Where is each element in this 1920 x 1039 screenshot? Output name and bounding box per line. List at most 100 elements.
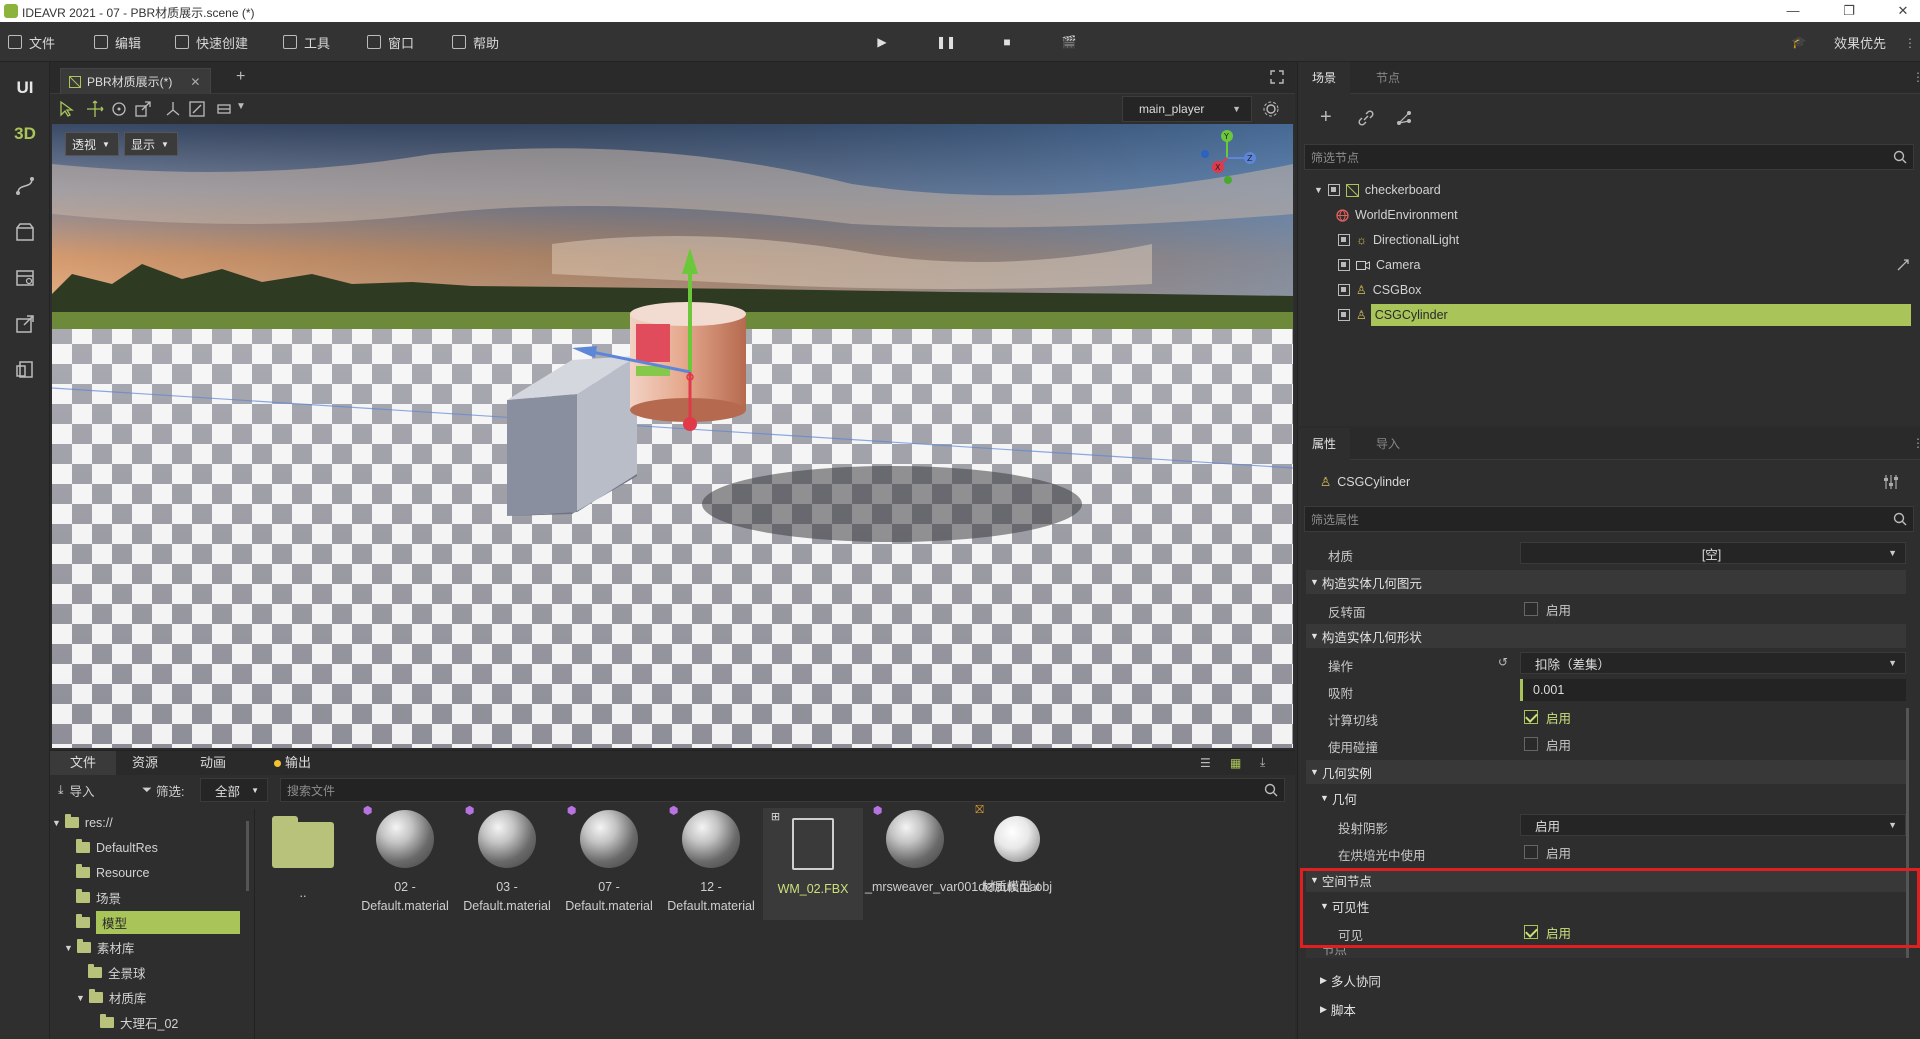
tree-folder-scenes[interactable]: 场景: [76, 885, 121, 910]
section-script[interactable]: ▶ 脚本: [1306, 997, 1906, 1021]
fullscreen-icon[interactable]: [1270, 70, 1284, 84]
section-csg-shape[interactable]: ▼ 构造实体几何形状: [1306, 624, 1906, 648]
close-tab-icon[interactable]: ✕: [190, 75, 200, 89]
invert-faces-toggle[interactable]: 启用: [1520, 598, 1906, 620]
graduation-cap-icon[interactable]: 🎓: [1790, 33, 1808, 51]
more-vert-icon[interactable]: ⋮: [1912, 436, 1920, 450]
tune-icon[interactable]: [1883, 474, 1899, 490]
tab-resources[interactable]: 资源: [118, 751, 172, 775]
tab-scene[interactable]: 场景: [1298, 62, 1351, 94]
tree-folder-resource[interactable]: Resource: [76, 860, 150, 885]
asset-material[interactable]: ⬢ _mrsweaver_var001default.mat: [865, 805, 1040, 930]
tree-folder-assets[interactable]: ▼ 素材库: [64, 935, 134, 960]
menu-file[interactable]: 文件: [8, 22, 55, 62]
more-vert-icon[interactable]: ⋮: [1904, 36, 1916, 50]
tree-node-directionallight[interactable]: ☼ DirectionalLight: [1338, 228, 1920, 252]
clapper-icon[interactable]: 🎬: [1060, 33, 1078, 51]
export-icon[interactable]: [0, 304, 50, 344]
tree-node-csgcylinder[interactable]: ♙ CSGCylinder: [1338, 303, 1920, 327]
add-tab-button[interactable]: +: [236, 68, 245, 86]
tree-folder-res[interactable]: ▼ res://: [52, 810, 113, 835]
tree-folder-models[interactable]: 模型: [76, 910, 240, 935]
display-menu[interactable]: 显示 ▼: [124, 132, 178, 156]
camera-select[interactable]: main_player ▼: [1122, 96, 1252, 122]
viewport-settings-icon[interactable]: [1262, 100, 1280, 118]
menu-tools[interactable]: 工具: [283, 22, 330, 62]
pause-button[interactable]: ❚❚: [936, 33, 956, 51]
grid-view-icon[interactable]: ▦: [1230, 756, 1241, 770]
asset-material[interactable]: ⬢ 02 - Default.material: [355, 805, 455, 930]
pivot-tool-icon[interactable]: [164, 100, 182, 118]
asset-material[interactable]: ⬢ 07 - Default.material: [559, 805, 659, 930]
import-button[interactable]: ⤓ 导入: [58, 781, 95, 800]
file-search-input[interactable]: 搜索文件: [280, 778, 1285, 802]
tree-folder-panorama[interactable]: 全景球: [88, 960, 146, 985]
node-filter-input[interactable]: 筛选节点: [1304, 144, 1914, 170]
3d-viewport[interactable]: Y Z X 透视 ▼ 显示 ▼: [52, 124, 1293, 748]
close-button[interactable]: ✕: [1888, 2, 1918, 20]
tab-node[interactable]: 节点: [1362, 62, 1414, 94]
tab-files[interactable]: 文件: [50, 751, 117, 775]
snap-input[interactable]: 0.001: [1520, 679, 1906, 701]
path-tool-icon[interactable]: [0, 166, 50, 206]
stop-button[interactable]: ■: [998, 33, 1016, 51]
visibility-toggle-icon[interactable]: [1327, 184, 1340, 196]
menu-help[interactable]: 帮助: [452, 22, 499, 62]
use-in-baked-toggle[interactable]: 启用: [1520, 841, 1906, 863]
tab-properties[interactable]: 属性: [1298, 428, 1351, 460]
menu-window[interactable]: 窗口: [367, 22, 414, 62]
layers-icon[interactable]: [216, 100, 234, 118]
visibility-toggle-icon[interactable]: [1338, 284, 1350, 296]
asset-parent-folder[interactable]: ..: [253, 810, 353, 930]
node-graph-icon[interactable]: [1396, 110, 1412, 126]
tree-folder-defaultres[interactable]: DefaultRes: [76, 835, 158, 860]
tree-folder-marble[interactable]: 大理石_02: [100, 1010, 178, 1035]
perspective-menu[interactable]: 透视 ▼: [65, 132, 119, 156]
maximize-button[interactable]: ❐: [1834, 2, 1864, 20]
asset-file-selected[interactable]: ⊞ WM_02.FBX: [763, 808, 863, 920]
add-node-icon[interactable]: +: [1320, 106, 1332, 129]
3d-mode-button[interactable]: 3D: [0, 114, 50, 154]
minimize-button[interactable]: —: [1778, 2, 1808, 20]
section-geometry-instance[interactable]: ▼ 几何实例: [1306, 760, 1906, 784]
more-vert-icon[interactable]: ⋮: [1912, 70, 1920, 84]
calc-tangents-toggle[interactable]: 启用: [1520, 706, 1906, 728]
checkbox[interactable]: [1524, 737, 1538, 751]
asset-material[interactable]: ⬢ 12 - Default.material: [661, 805, 761, 930]
rotate-tool-icon[interactable]: [110, 100, 128, 118]
tree-node-camera[interactable]: Camera: [1338, 253, 1920, 277]
tree-node-csgbox[interactable]: ♙ CSGBox: [1338, 278, 1920, 302]
tab-animation[interactable]: 动画: [186, 751, 240, 775]
move-tool-icon[interactable]: [86, 100, 104, 118]
link-icon[interactable]: [1358, 110, 1374, 126]
use-collision-toggle[interactable]: 启用: [1520, 733, 1906, 755]
snap-tool-icon[interactable]: [188, 100, 206, 118]
tab-import[interactable]: 导入: [1362, 428, 1414, 460]
scene-tab[interactable]: PBR材质展示(*) ✕: [60, 68, 212, 94]
play-button[interactable]: ▶: [873, 33, 891, 51]
tab-output[interactable]: 输出: [268, 751, 325, 775]
reset-icon[interactable]: ↺: [1498, 655, 1508, 669]
tree-node-worldenvironment[interactable]: WorldEnvironment: [1336, 203, 1920, 227]
menu-quick-create[interactable]: 快速创建: [175, 22, 248, 62]
scale-tool-icon[interactable]: [134, 100, 152, 118]
document-icon[interactable]: [0, 350, 50, 390]
asset-mesh[interactable]: ⛝ 材质模型.obj: [967, 804, 1067, 930]
tree-folder-materials[interactable]: ▼ 材质库: [76, 985, 146, 1010]
asset-material[interactable]: ⬢ 03 - Default.material: [457, 805, 557, 930]
layers-dropdown-icon[interactable]: ▼: [236, 101, 246, 112]
menu-edit[interactable]: 编辑: [94, 22, 141, 62]
checkbox[interactable]: [1524, 602, 1538, 616]
tree-scrollbar[interactable]: [246, 821, 249, 891]
visibility-toggle-icon[interactable]: [1338, 234, 1350, 246]
camera-preview-icon[interactable]: [1896, 258, 1910, 272]
select-tool-icon[interactable]: [58, 100, 76, 118]
checkbox-checked[interactable]: [1524, 710, 1538, 724]
section-csg-primitive[interactable]: ▼ 构造实体几何图元: [1306, 570, 1906, 594]
download-icon[interactable]: ⤓: [1260, 755, 1265, 770]
cast-shadow-select[interactable]: 启用 ▼: [1520, 814, 1906, 836]
filter-select[interactable]: 全部 ▼: [200, 778, 268, 802]
store-icon[interactable]: [0, 212, 50, 252]
ui-mode-button[interactable]: UI: [0, 68, 50, 108]
visibility-toggle-icon[interactable]: [1338, 309, 1350, 321]
